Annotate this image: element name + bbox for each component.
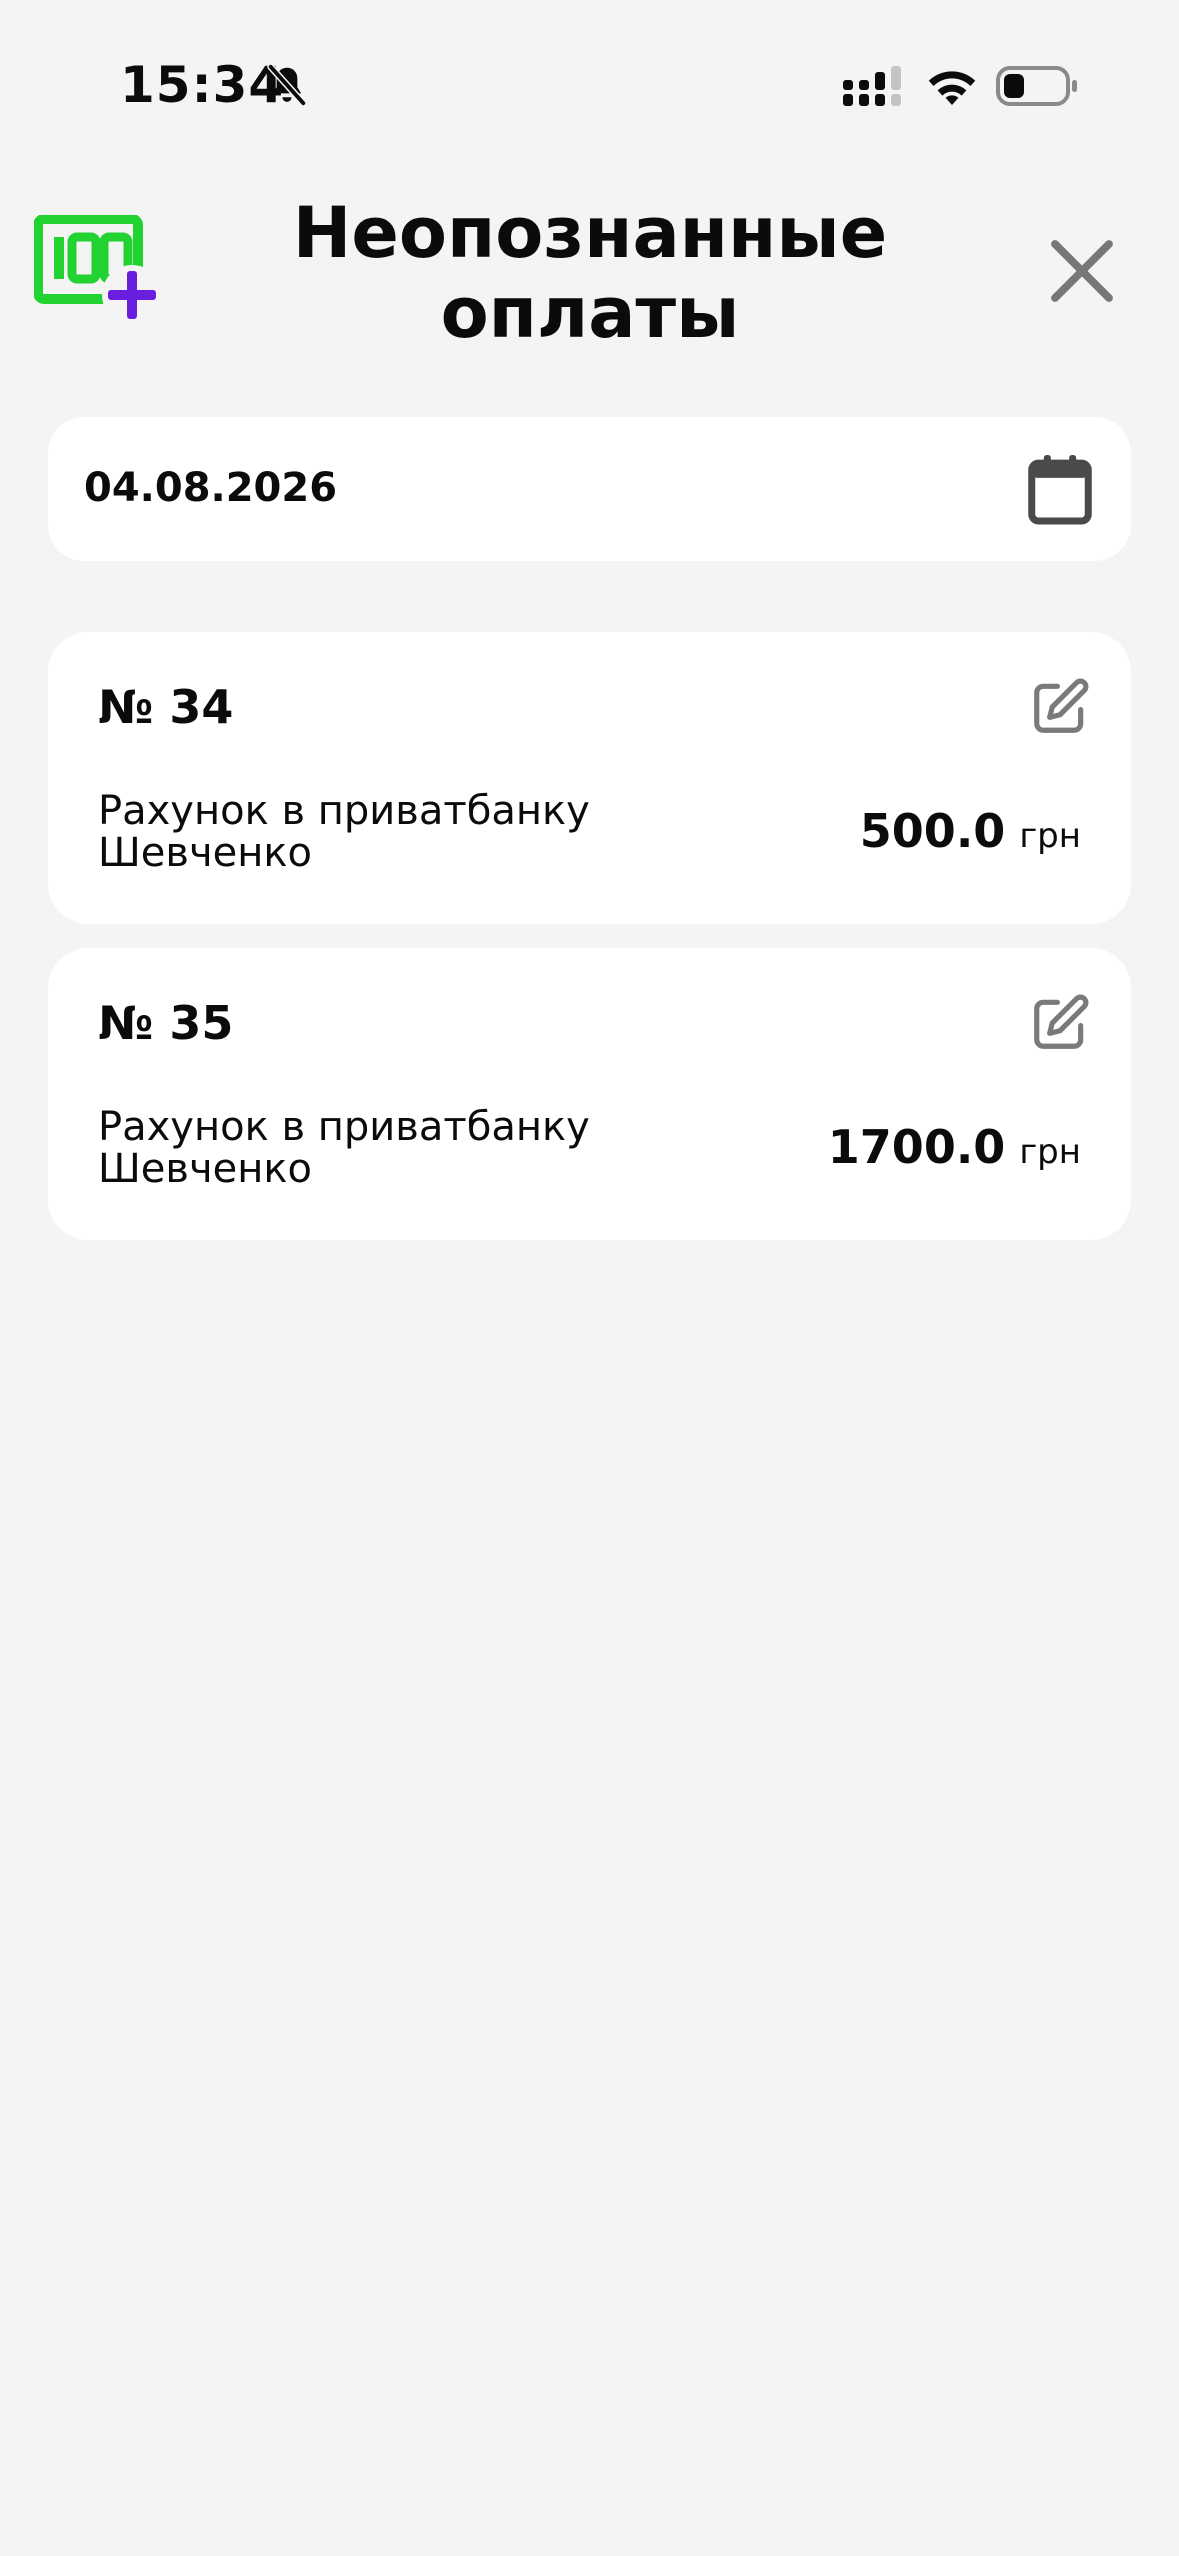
- payment-amount: 500.0 грн: [860, 804, 1081, 858]
- signal-icon: [843, 66, 901, 106]
- amount-value: 500.0: [859, 804, 1006, 858]
- payment-number: № 34: [98, 680, 234, 734]
- status-bar: 15:34: [0, 0, 1179, 175]
- date-picker-field[interactable]: 04.08.2026: [48, 417, 1131, 561]
- payment-card[interactable]: № 34 Рахунок в приватбанку Шевченко 500.…: [48, 632, 1131, 924]
- edit-icon[interactable]: [1029, 676, 1091, 738]
- payment-card[interactable]: № 35 Рахунок в приватбанку Шевченко 1700…: [48, 948, 1131, 1240]
- payment-number: № 35: [98, 996, 234, 1050]
- page-title-line2: оплаты: [440, 272, 740, 354]
- close-icon[interactable]: [1046, 235, 1118, 307]
- amount-currency: грн: [1019, 1132, 1081, 1172]
- status-time: 15:34: [120, 56, 285, 114]
- page-title-line1: Неопознанные: [292, 192, 888, 274]
- date-value: 04.08.2026: [84, 465, 338, 511]
- page-title: Неопознанные оплаты: [250, 193, 930, 353]
- battery-icon: [996, 66, 1077, 106]
- calendar-icon[interactable]: [1027, 455, 1093, 525]
- payments-list: № 34 Рахунок в приватбанку Шевченко 500.…: [48, 632, 1131, 1264]
- wifi-icon: [928, 71, 976, 105]
- payment-description: Рахунок в приватбанку Шевченко: [98, 1104, 590, 1192]
- bell-muted-icon: [267, 63, 307, 107]
- logo-icon: [34, 215, 162, 325]
- amount-currency: грн: [1019, 816, 1081, 856]
- payment-description: Рахунок в приватбанку Шевченко: [98, 788, 590, 876]
- amount-value: 1700.0: [827, 1120, 1006, 1174]
- payment-amount: 1700.0 грн: [828, 1120, 1081, 1174]
- header: Неопознанные оплаты: [0, 175, 1179, 385]
- edit-icon[interactable]: [1029, 992, 1091, 1054]
